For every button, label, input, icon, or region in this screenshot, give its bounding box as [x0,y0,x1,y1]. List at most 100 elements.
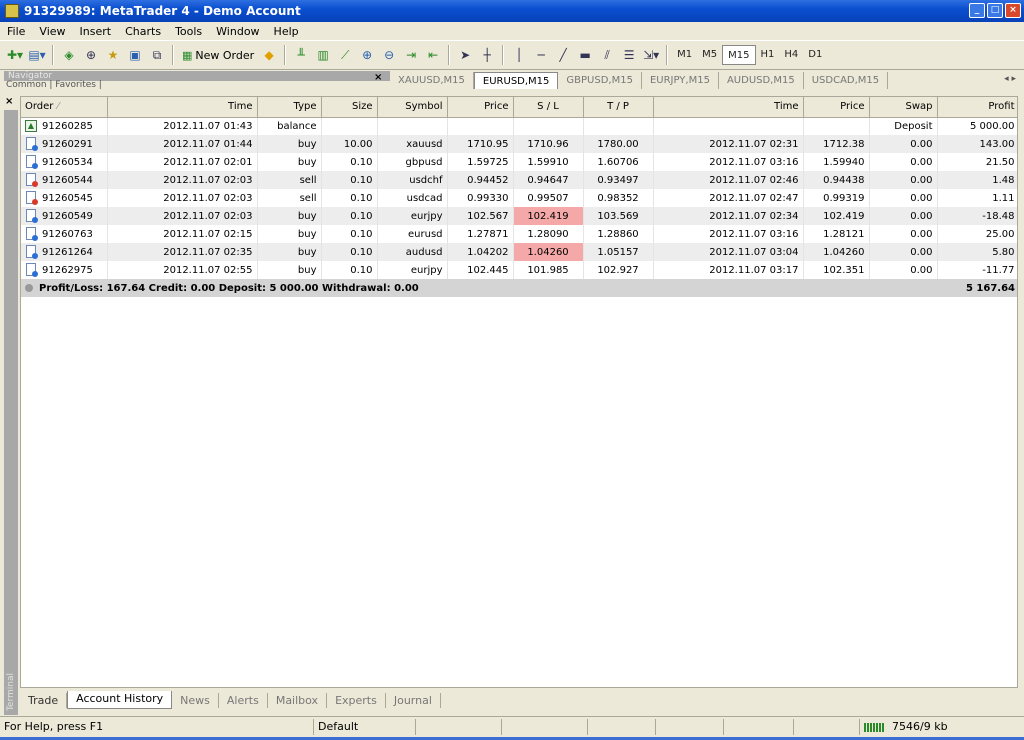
column-header-close-price[interactable]: Price [803,97,870,118]
new-order-button[interactable]: ▦ New Order [178,49,258,62]
tab-journal[interactable]: Journal [386,692,441,708]
chart-tab-gbpusd[interactable]: GBPUSD,M15 [558,72,642,89]
column-header-profit[interactable]: Profit [937,97,1017,118]
candlestick-icon[interactable]: ▥ [312,44,334,66]
chart-shift-icon[interactable]: ⇤ [422,44,444,66]
navigator-chart-tabs-row: Navigator Common | Favorites | × XAUUSD,… [0,70,1024,90]
arrows-icon[interactable]: ⇲▾ [640,44,662,66]
timeframe-h4[interactable]: H4 [779,45,803,65]
terminal-close-icon[interactable]: × [5,96,13,107]
menu-window[interactable]: Window [209,25,266,38]
fibonacci-icon[interactable]: ☰ [618,44,640,66]
menu-tools[interactable]: Tools [168,25,209,38]
tab-trade[interactable]: Trade [20,692,68,708]
zoom-out-icon[interactable]: ⊖ [378,44,400,66]
buy-order-icon [25,155,38,169]
tab-news[interactable]: News [172,692,219,708]
timeframe-m5[interactable]: M5 [697,45,722,65]
expert-advisors-icon[interactable]: ◆ [258,44,280,66]
chart-tab-eurusd[interactable]: EURUSD,M15 [473,72,559,89]
cell-time: 2012.11.07 02:03 [107,171,258,189]
cell-close-time: 2012.11.07 03:16 [653,153,804,171]
cell-close-time: 2012.11.07 03:16 [653,225,804,243]
cell-sl: 0.94647 [513,171,584,189]
chart-tab-usdcad[interactable]: USDCAD,M15 [804,72,889,89]
chart-tab-xauusd[interactable]: XAUUSD,M15 [390,72,474,89]
table-row[interactable]: 91260545 2012.11.07 02:03 sell 0.10 usdcad 0.… [21,189,1017,207]
chart-tab-eurjpy[interactable]: EURJPY,M15 [642,72,719,89]
column-header-order[interactable]: Order ⁄ [21,97,108,118]
table-row[interactable]: 91260763 2012.11.07 02:15 buy 0.10 eurusd 1.2… [21,225,1017,243]
column-header-tp[interactable]: T / P [583,97,654,118]
market-watch-icon[interactable]: ◈ [58,44,80,66]
maximize-button[interactable]: □ [987,3,1003,18]
column-header-type[interactable]: Type [257,97,322,118]
data-window-icon[interactable]: ⊕ [80,44,102,66]
cursor-icon[interactable]: ➤ [454,44,476,66]
chart-tabs-scroll-arrows-icon[interactable]: ◂ ▸ [1004,74,1016,84]
table-row[interactable]: 91260534 2012.11.07 02:01 buy 0.10 gbpusd 1.5… [21,153,1017,171]
timeframe-h1[interactable]: H1 [756,45,780,65]
horizontal-line-icon[interactable]: ─ [530,44,552,66]
cell-profit: 5 000.00 [937,117,1017,135]
minimize-button[interactable]: _ [969,3,985,18]
column-header-sl[interactable]: S / L [513,97,584,118]
profiles-icon[interactable]: ▤▾ [26,44,48,66]
cell-profit: 1.11 [937,189,1017,207]
menu-charts[interactable]: Charts [118,25,168,38]
table-header-row: Order ⁄ Time Type Size Symbol Price S / L… [21,97,1017,118]
tab-alerts[interactable]: Alerts [219,692,268,708]
terminal-panel: × Terminal Order ⁄ Time Type Size Symbol … [0,90,1024,716]
menu-view[interactable]: View [32,25,72,38]
vertical-line-icon[interactable]: │ [508,44,530,66]
timeframe-m1[interactable]: M1 [672,45,697,65]
auto-scroll-icon[interactable]: ⇥ [400,44,422,66]
cell-symbol: usdchf [377,171,448,189]
tab-account-history[interactable]: Account History [67,691,173,709]
tab-experts[interactable]: Experts [327,692,386,708]
table-row[interactable]: 91260291 2012.11.07 01:44 buy 10.00 xauusd 17… [21,135,1017,153]
cell-swap: 0.00 [869,225,938,243]
sort-arrow-icon: ⁄ [57,101,60,113]
terminal-icon[interactable]: ▣ [124,44,146,66]
strategy-tester-icon[interactable]: ⧉ [146,44,168,66]
zoom-in-icon[interactable]: ⊕ [356,44,378,66]
table-row[interactable]: 91261264 2012.11.07 02:35 buy 0.10 audusd 1.0… [21,243,1017,261]
navigator-close-icon[interactable]: × [374,72,382,83]
trendline-icon[interactable]: ╱ [552,44,574,66]
timeframe-m15[interactable]: M15 [722,45,756,65]
cell-close-price: 0.94438 [803,171,870,189]
column-header-price[interactable]: Price [447,97,514,118]
channel-icon[interactable]: ⫽ [596,44,618,66]
menu-insert[interactable]: Insert [73,25,119,38]
table-row[interactable]: 91260549 2012.11.07 02:03 buy 0.10 eurjpy 102… [21,207,1017,225]
metatrader-app-icon [5,4,19,18]
title-bar: 91329989: MetaTrader 4 - Demo Account _ … [0,0,1024,22]
rectangle-icon[interactable]: ▬ [574,44,596,66]
order-number: 91260544 [42,175,93,186]
column-header-close-time[interactable]: Time [653,97,804,118]
order-number: 91260291 [42,139,93,150]
tab-mailbox[interactable]: Mailbox [268,692,328,708]
chart-tab-audusd[interactable]: AUDUSD,M15 [719,72,804,89]
cell-order: 91262975 [21,261,108,279]
menu-help[interactable]: Help [267,25,306,38]
timeframe-d1[interactable]: D1 [803,45,827,65]
navigator-subtabs[interactable]: Common | Favorites | [6,81,102,90]
toolbar-separator [284,45,287,65]
new-chart-icon[interactable]: ✚▾ [4,44,26,66]
column-header-time[interactable]: Time [107,97,258,118]
table-row[interactable]: ▲ 91260285 2012.11.07 01:43 balance Deposit 5… [21,117,1017,135]
column-header-swap[interactable]: Swap [869,97,938,118]
table-row[interactable]: 91260544 2012.11.07 02:03 sell 0.10 usdchf 0.… [21,171,1017,189]
crosshair-icon[interactable]: ┼ [476,44,498,66]
column-header-size[interactable]: Size [321,97,378,118]
line-chart-icon[interactable]: ⟋ [334,44,356,66]
menu-file[interactable]: File [0,25,32,38]
bar-chart-icon[interactable]: ╨ [290,44,312,66]
navigator-icon[interactable]: ★ [102,44,124,66]
column-header-symbol[interactable]: Symbol [377,97,448,118]
close-window-button[interactable]: × [1005,3,1021,18]
status-cell [794,719,860,735]
table-row[interactable]: 91262975 2012.11.07 02:55 buy 0.10 eurjpy 102… [21,261,1017,279]
